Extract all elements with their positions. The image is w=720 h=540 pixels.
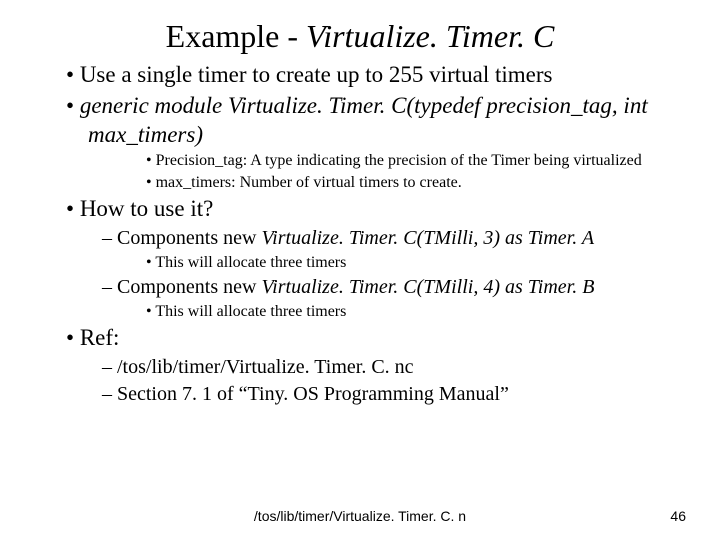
- text: Components new: [117, 227, 261, 249]
- bullet-lvl2: Components new Virtualize. Timer. C(TMil…: [40, 275, 680, 300]
- slide-title: Example - Virtualize. Timer. C: [40, 18, 680, 55]
- bullet-lvl3: This will allocate three timers: [40, 302, 680, 322]
- bullet-lvl3: max_timers: Number of virtual timers to …: [40, 173, 680, 193]
- bullet-list: Use a single timer to create up to 255 v…: [40, 61, 680, 407]
- page-number: 46: [670, 508, 686, 524]
- bullet-lvl2: Section 7. 1 of “Tiny. OS Programming Ma…: [40, 382, 680, 407]
- bullet-lvl2: /tos/lib/timer/Virtualize. Timer. C. nc: [40, 355, 680, 380]
- text-italic: Virtualize. Timer. C(TMilli, 3) as Timer…: [261, 227, 594, 249]
- bullet-lvl1: Ref:: [40, 324, 680, 353]
- bullet-lvl1: generic module Virtualize. Timer. C(type…: [40, 92, 680, 150]
- bullet-lvl2: Components new Virtualize. Timer. C(TMil…: [40, 226, 680, 251]
- bullet-lvl1: How to use it?: [40, 195, 680, 224]
- text-italic: Virtualize. Timer. C(TMilli, 4) as Timer…: [261, 276, 594, 298]
- bullet-lvl3: This will allocate three timers: [40, 253, 680, 273]
- text: Components new: [117, 276, 261, 298]
- bullet-lvl1: Use a single timer to create up to 255 v…: [40, 61, 680, 90]
- title-italic: Virtualize. Timer. C: [306, 18, 554, 54]
- slide: Example - Virtualize. Timer. C Use a sin…: [0, 0, 720, 540]
- bullet-lvl3: Precision_tag: A type indicating the pre…: [40, 151, 680, 171]
- title-prefix: Example -: [166, 18, 306, 54]
- footer-path: /tos/lib/timer/Virtualize. Timer. C. n: [0, 508, 720, 524]
